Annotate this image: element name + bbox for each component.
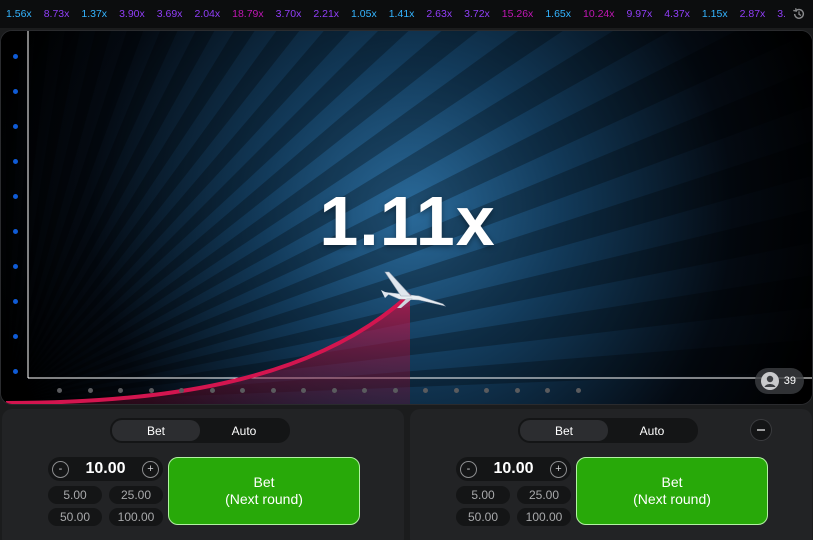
tab-bet[interactable]: Bet — [112, 420, 200, 441]
x-axis-dot — [270, 388, 276, 393]
history-multiplier[interactable]: 1.41x — [389, 8, 415, 20]
stake-stepper: - 10.00 + — [456, 457, 571, 481]
y-axis-dot — [13, 89, 18, 94]
place-bet-button[interactable]: Bet (Next round) — [168, 457, 360, 525]
x-axis-dot — [392, 388, 398, 393]
x-axis-dot — [575, 388, 581, 393]
increase-stake-button[interactable]: + — [549, 460, 567, 478]
x-axis-dot — [179, 388, 184, 393]
quick-amount-button[interactable]: 50.00 — [456, 508, 510, 526]
history-multiplier[interactable]: 3.69x — [157, 8, 183, 20]
place-bet-button[interactable]: Bet (Next round) — [576, 457, 768, 525]
history-multiplier[interactable]: 18.79x — [232, 8, 264, 20]
history-multiplier[interactable]: 3.70x — [276, 8, 302, 20]
history-multiplier[interactable]: 3.72x — [464, 8, 490, 20]
x-axis-dot — [148, 388, 154, 393]
y-axis-dot — [13, 264, 18, 269]
history-multiplier[interactable]: 1.37x — [81, 8, 107, 20]
history-multiplier[interactable]: 4.37x — [664, 8, 690, 20]
bet-mode-tabs: Bet Auto — [518, 418, 698, 443]
history-multiplier[interactable]: 1.56x — [6, 8, 32, 20]
y-axis-dot — [13, 299, 18, 304]
plane-icon — [381, 271, 446, 308]
quick-amount-button[interactable]: 100.00 — [517, 508, 571, 526]
remove-panel-button[interactable] — [750, 419, 772, 441]
history-clock-icon[interactable] — [785, 0, 813, 28]
x-axis-dot — [423, 388, 428, 393]
stake-input[interactable]: 10.00 — [85, 460, 125, 478]
current-multiplier: 1.11x — [319, 182, 496, 260]
x-axis-dot — [87, 388, 93, 393]
bet-panel-1: Bet Auto - 10.00 + 5.00 25.00 50.00 100.… — [2, 409, 404, 540]
history-multiplier[interactable]: 1.65x — [545, 8, 571, 20]
decrease-stake-button[interactable]: - — [460, 460, 477, 478]
bet-button-sublabel: (Next round) — [225, 491, 303, 507]
y-axis-dot — [13, 334, 18, 339]
bet-button-label: Bet — [253, 474, 275, 490]
y-axis-dot — [13, 159, 18, 164]
players-count: 39 — [783, 375, 796, 387]
bet-mode-tabs: Bet Auto — [110, 418, 290, 443]
x-axis-dot — [301, 388, 306, 393]
history-multiplier[interactable]: 2.04x — [194, 8, 220, 20]
history-multiplier[interactable]: 1.05x — [351, 8, 377, 20]
tab-bet[interactable]: Bet — [520, 420, 608, 441]
y-axis-dot — [13, 369, 18, 374]
game-app: 1.56x 8.73x 1.37x 3.90x 3.69x 2.04x 18.79x 3.70… — [0, 0, 813, 540]
history-multiplier[interactable]: 15.26x — [502, 8, 534, 20]
players-online: 39 — [754, 368, 804, 394]
x-axis-dot — [514, 388, 520, 393]
tab-auto[interactable]: Auto — [200, 420, 288, 441]
decrease-stake-button[interactable]: - — [52, 460, 69, 478]
quick-amount-button[interactable]: 5.00 — [456, 486, 510, 504]
x-axis-dot — [240, 388, 245, 393]
x-axis-dot — [545, 388, 550, 393]
increase-stake-button[interactable]: + — [141, 460, 159, 478]
y-axis-dot — [13, 54, 18, 59]
history-multiplier[interactable]: 3.90x — [119, 8, 145, 20]
game-canvas: 1.11x 39 — [0, 30, 813, 405]
history-multiplier[interactable]: 1.15x — [702, 8, 728, 20]
history-multiplier[interactable]: 2.21x — [313, 8, 339, 20]
quick-amount-button[interactable]: 25.00 — [109, 486, 163, 504]
x-axis-dot — [362, 388, 367, 393]
bet-button-label: Bet — [661, 474, 683, 490]
minus-icon — [757, 429, 765, 431]
history-multiplier[interactable]: 2.87x — [740, 8, 766, 20]
quick-amount-button[interactable]: 25.00 — [517, 486, 571, 504]
history-multiplier[interactable]: 10.24x — [583, 8, 615, 20]
x-axis-dot — [209, 388, 215, 393]
quick-amount-button[interactable]: 100.00 — [109, 508, 163, 526]
stake-input[interactable]: 10.00 — [493, 460, 533, 478]
stake-stepper: - 10.00 + — [48, 457, 163, 481]
quick-amount-button[interactable]: 5.00 — [48, 486, 102, 504]
x-axis-dot — [484, 388, 489, 393]
tab-auto[interactable]: Auto — [608, 420, 696, 441]
history-multiplier[interactable]: 3.09x — [777, 8, 785, 20]
history-multiplier[interactable]: 8.73x — [44, 8, 70, 20]
history-list: 1.56x 8.73x 1.37x 3.90x 3.69x 2.04x 18.79x 3.70… — [0, 8, 785, 20]
user-avatar-icon — [760, 372, 779, 390]
multiplier-history-bar: 1.56x 8.73x 1.37x 3.90x 3.69x 2.04x 18.79x 3.70… — [0, 0, 813, 28]
quick-amount-button[interactable]: 50.00 — [48, 508, 102, 526]
x-axis-dot — [118, 388, 123, 393]
x-axis-dot — [453, 388, 459, 393]
x-axis-dot — [57, 388, 62, 393]
x-axis-dot — [331, 388, 337, 393]
history-multiplier[interactable]: 2.63x — [426, 8, 452, 20]
y-axis-dot — [13, 124, 18, 129]
bet-button-sublabel: (Next round) — [633, 491, 711, 507]
history-multiplier[interactable]: 9.97x — [627, 8, 653, 20]
bet-panel-2: Bet Auto - 10.00 + 5.00 25.00 50.00 100.… — [410, 409, 812, 540]
